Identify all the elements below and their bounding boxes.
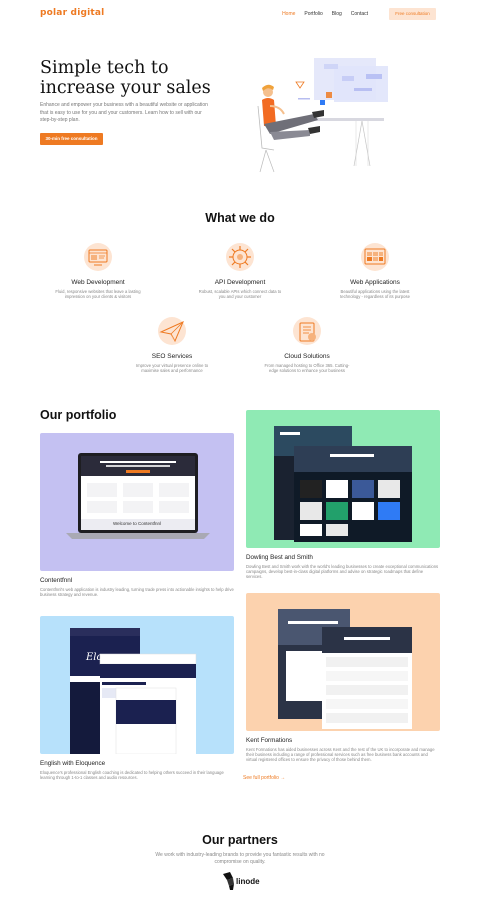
laptop-mockup bbox=[66, 453, 210, 539]
website-mockups bbox=[274, 426, 412, 542]
service-desc: Fluid, responsive websites that leave a … bbox=[55, 289, 141, 300]
portfolio-card-dowling[interactable]: Dowling Best and Smith Dowling Best and … bbox=[246, 410, 440, 580]
web-applications-icon bbox=[361, 243, 389, 271]
partners-title: Our partners bbox=[202, 833, 278, 847]
portfolio-card-eloquence[interactable]: Eloquence English with Eloquence Eloquen… bbox=[40, 616, 234, 780]
website-mockups bbox=[70, 628, 197, 754]
consultation-button[interactable]: 30-min free consultation bbox=[40, 133, 103, 145]
portfolio-card-desc: Kent Formations has aided businesses acr… bbox=[246, 747, 435, 763]
nav-link-contact[interactable]: Contact bbox=[351, 11, 368, 17]
hero-illustration bbox=[257, 58, 388, 173]
top-nav: polar digital Home Portfolio Blog Contac… bbox=[0, 0, 480, 30]
service-title: Cloud Solutions bbox=[284, 353, 330, 360]
service-desc: Robust, scalable APIs which connect data… bbox=[198, 289, 282, 300]
seo-icon bbox=[158, 317, 186, 345]
partners-text: We work with industry-leading brands to … bbox=[155, 852, 325, 865]
portfolio-thumbnail[interactable] bbox=[246, 410, 440, 548]
service-web-development: Web Development Fluid, responsive websit… bbox=[55, 241, 141, 299]
website-mockups bbox=[278, 609, 412, 729]
nav-link-blog[interactable]: Blog bbox=[332, 11, 342, 17]
portfolio-card-desc: Dowling Best and Smith work with the wor… bbox=[246, 564, 439, 580]
portfolio-thumbnail[interactable]: Welcome to Contentfnnl bbox=[40, 433, 234, 571]
portfolio-card-contentfnnl[interactable]: Welcome to Contentfnnl Contentfnnl Conte… bbox=[40, 433, 234, 597]
brand-logo[interactable]: polar digital bbox=[40, 8, 104, 18]
service-title: API Development bbox=[214, 279, 266, 286]
portfolio-thumbnail[interactable] bbox=[246, 593, 440, 731]
portfolio-thumbnail[interactable]: Eloquence bbox=[40, 616, 234, 754]
service-desc: From managed hosting to Office 365. Cutt… bbox=[264, 363, 350, 374]
service-title: Web Development bbox=[71, 279, 125, 286]
portfolio-card-title[interactable]: Dowling Best and Smith bbox=[246, 554, 440, 561]
portfolio-card-title[interactable]: Kent Formations bbox=[246, 737, 440, 744]
nav-link-home[interactable]: Home bbox=[282, 11, 295, 17]
service-title: Web Applications bbox=[350, 279, 400, 286]
portfolio-title: Our portfolio bbox=[40, 408, 117, 422]
cloud-solutions-icon bbox=[293, 317, 321, 345]
service-title: SEO Services bbox=[151, 353, 193, 360]
service-api-development: API Development Robust, scalable APIs wh… bbox=[197, 241, 283, 299]
service-seo: SEO Services Improve your virtual presen… bbox=[129, 315, 215, 373]
portfolio-card-kent[interactable]: Kent Formations Kent Formations has aide… bbox=[246, 593, 440, 763]
eloquence-logo-text: Eloquence bbox=[86, 652, 140, 663]
service-cloud-solutions: Cloud Solutions From managed hosting to … bbox=[264, 315, 350, 373]
service-desc: Improve your virtual presence online to … bbox=[135, 363, 209, 374]
hero-title: Simple tech to increase your sales bbox=[40, 58, 211, 98]
service-desc: Beautiful applications using the latest … bbox=[340, 289, 410, 300]
portfolio-card-desc: Contentfnnl's web application is industr… bbox=[40, 587, 234, 598]
api-development-icon bbox=[226, 243, 254, 271]
services-title: What we do bbox=[205, 211, 275, 225]
linode-logo-text[interactable]: linode bbox=[236, 877, 260, 886]
portfolio-card-title[interactable]: Contentfnnl bbox=[40, 577, 234, 584]
hero-title-line-1: Simple tech to bbox=[40, 58, 169, 78]
hero-text: Enhance and empower your business with a… bbox=[40, 102, 208, 123]
portfolio-card-title[interactable]: English with Eloquence bbox=[40, 760, 234, 767]
hero-title-line-2: increase your sales bbox=[40, 78, 211, 98]
see-full-portfolio-link[interactable]: See full portfolio → bbox=[243, 775, 285, 781]
service-web-applications: Web Applications Beautiful applications … bbox=[332, 241, 418, 299]
web-development-icon bbox=[84, 243, 112, 271]
nav-link-portfolio[interactable]: Portfolio bbox=[304, 11, 322, 17]
nav-links: Home Portfolio Blog Contact bbox=[282, 11, 368, 17]
laptop-caption: Welcome to Contentfnnl bbox=[113, 521, 161, 526]
portfolio-card-desc: Eloquence's professional English coachin… bbox=[40, 770, 224, 781]
free-consultation-button[interactable]: Free consultation bbox=[389, 8, 436, 20]
